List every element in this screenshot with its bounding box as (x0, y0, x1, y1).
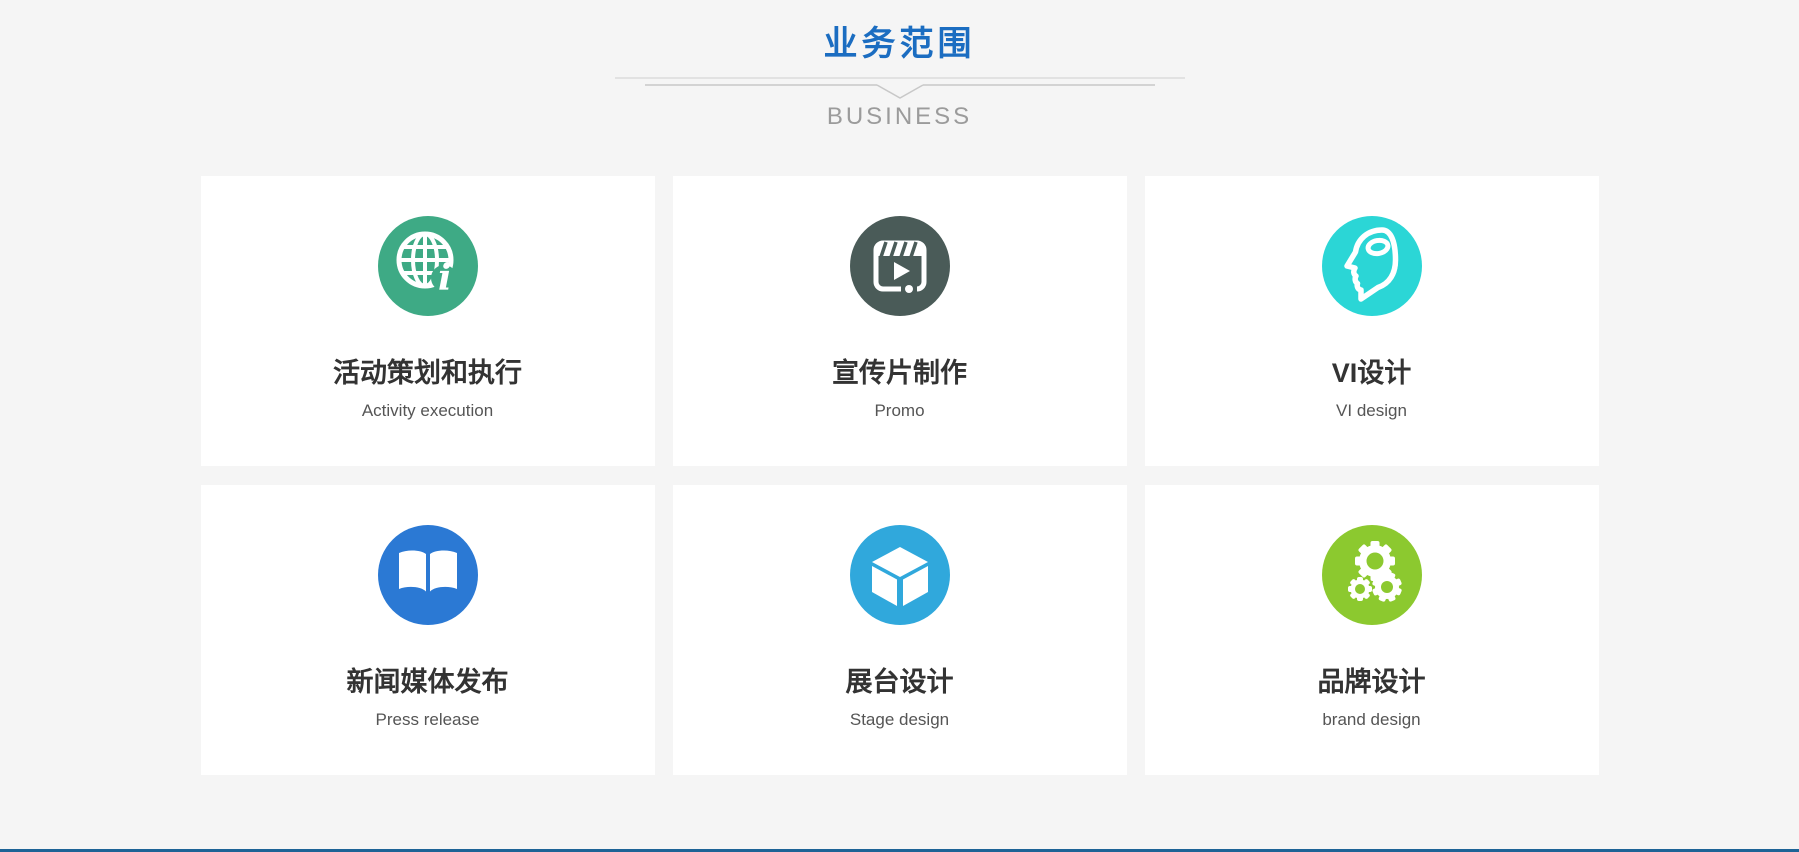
svg-text:i: i (438, 257, 452, 299)
card-subtitle: Press release (201, 710, 655, 730)
card-subtitle: Promo (673, 401, 1127, 421)
section-subtitle: BUSINESS (0, 102, 1799, 132)
card-vi-design[interactable]: VI设计 VI design (1145, 176, 1599, 466)
card-title: 新闻媒体发布 (201, 667, 655, 697)
open-book-icon (378, 525, 478, 625)
business-cards-grid: i 活动策划和执行 Activity execution 宣传片制作 Promo (0, 176, 1799, 775)
card-title: 活动策划和执行 (201, 358, 655, 388)
card-stage-design[interactable]: 展台设计 Stage design (673, 485, 1127, 775)
card-title: 展台设计 (673, 667, 1127, 697)
globe-info-icon: i (378, 216, 478, 316)
section-title: 业务范围 (0, 22, 1799, 66)
card-subtitle: brand design (1145, 710, 1599, 730)
card-brand-design[interactable]: 品牌设计 brand design (1145, 485, 1599, 775)
head-profile-icon (1322, 216, 1422, 316)
card-subtitle: Stage design (673, 710, 1127, 730)
section-header: 业务范围 BUSINESS (0, 0, 1799, 132)
cube-icon (850, 525, 950, 625)
card-title: 品牌设计 (1145, 667, 1599, 697)
card-promo[interactable]: 宣传片制作 Promo (673, 176, 1127, 466)
card-press-release[interactable]: 新闻媒体发布 Press release (201, 485, 655, 775)
card-activity-execution[interactable]: i 活动策划和执行 Activity execution (201, 176, 655, 466)
gears-icon (1322, 525, 1422, 625)
divider-chevron (615, 74, 1185, 102)
card-subtitle: Activity execution (201, 401, 655, 421)
card-subtitle: VI design (1145, 401, 1599, 421)
card-title: 宣传片制作 (673, 358, 1127, 388)
card-title: VI设计 (1145, 358, 1599, 388)
clapperboard-icon (850, 216, 950, 316)
